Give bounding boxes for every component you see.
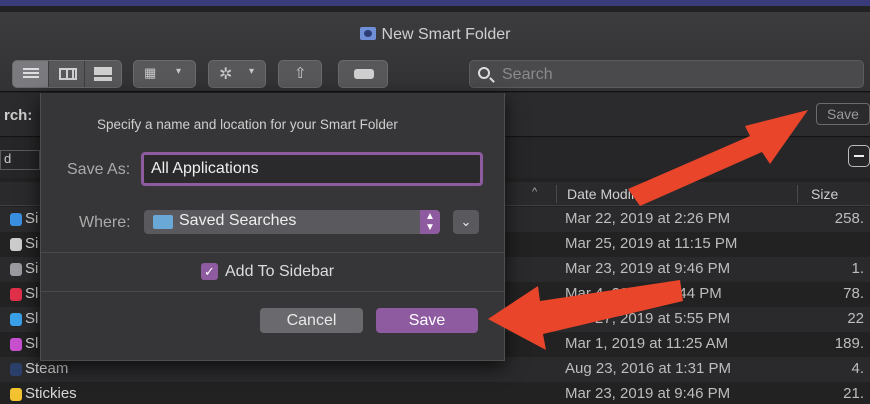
file-size: 258. [834, 210, 864, 227]
window-title-text: New Smart Folder [381, 26, 511, 43]
expand-button[interactable]: ⌄ [453, 210, 479, 234]
file-name: Steam [25, 360, 69, 377]
chevron-down-icon: ⌄ [460, 214, 472, 229]
file-size: 189. [834, 335, 864, 352]
popup-stepper-icon: ▲ ▼ [420, 210, 440, 234]
file-size: 78. [843, 285, 864, 302]
save-as-field[interactable]: All Applications [141, 152, 483, 186]
list-view-icon [23, 68, 39, 80]
group-button[interactable]: ▦ ▾ [133, 60, 196, 88]
file-size: 22 [847, 310, 864, 327]
file-date-modified: Mar 22, 2019 at 2:26 PM [565, 210, 731, 227]
divider [41, 252, 504, 253]
file-name: Si [25, 260, 39, 277]
title-bar: New Smart Folder ▦ ▾ ✲ ▾ ⇧ Search [0, 12, 870, 92]
tag-icon [354, 69, 374, 79]
file-name: Si [25, 210, 39, 227]
where-label: Where: [79, 214, 131, 231]
cancel-button[interactable]: Cancel [260, 308, 363, 333]
app-icon [10, 313, 22, 326]
file-date-modified: Mar 23, 2019 at 9:46 PM [565, 385, 731, 402]
grid-icon: ▦ [144, 65, 157, 80]
remove-criteria-button[interactable] [848, 145, 870, 167]
file-name: Sl [25, 335, 39, 352]
where-popup-value: Saved Searches [179, 212, 297, 229]
app-icon [10, 288, 22, 301]
add-to-sidebar-checkbox[interactable]: ✓ [201, 263, 218, 280]
file-date-modified: Aug 23, 2016 at 1:31 PM [565, 360, 731, 377]
column-divider[interactable] [556, 185, 557, 203]
file-date-modified: Mar 1, 2019 at 11:25 AM [565, 335, 729, 352]
share-icon: ⇧ [294, 65, 307, 82]
tags-button[interactable] [338, 60, 388, 88]
file-size: 4. [851, 360, 864, 377]
chevron-down-icon: ▾ [176, 66, 182, 77]
file-name: Sl [25, 285, 39, 302]
search-field[interactable]: Search [469, 60, 864, 88]
search-label: rch: [4, 107, 33, 124]
gear-icon: ✲ [219, 66, 233, 83]
where-popup[interactable]: Saved Searches ▲ ▼ [144, 210, 440, 234]
finder-window: New Smart Folder ▦ ▾ ✲ ▾ ⇧ Search rch: S… [0, 0, 870, 404]
file-name: Sl [25, 310, 39, 327]
file-size: 1. [851, 260, 864, 277]
criteria-field[interactable]: d [0, 150, 40, 170]
window-title: New Smart Folder [0, 26, 870, 44]
share-button[interactable]: ⇧ [278, 60, 322, 88]
save-button[interactable]: Save [376, 308, 478, 333]
app-icon [10, 213, 22, 226]
file-date-modified: Feb 27, 2019 at 5:55 PM [565, 310, 731, 327]
save-as-label: Save As: [67, 161, 131, 178]
file-date-modified: Mar 23, 2019 at 9:46 PM [565, 260, 731, 277]
column-view-icon [59, 68, 77, 80]
file-row[interactable]: Stickies Mar 23, 2019 at 9:46 PM 21. [0, 382, 870, 404]
folder-icon [153, 215, 173, 229]
app-icon [10, 338, 22, 351]
view-mode-control[interactable] [12, 60, 122, 88]
gallery-view-icon [94, 67, 112, 81]
add-to-sidebar-label[interactable]: Add To Sidebar [225, 263, 334, 281]
list-view-button[interactable] [13, 61, 49, 87]
divider [41, 291, 504, 292]
smart-folder-icon [359, 27, 376, 40]
sheet-prompt: Specify a name and location for your Sma… [97, 117, 398, 132]
save-smart-folder-sheet: Specify a name and location for your Sma… [40, 93, 505, 361]
app-icon [10, 388, 22, 401]
file-date-modified: Mar 25, 2019 at 11:15 PM [565, 235, 738, 252]
file-size: 21. [843, 385, 864, 402]
checkmark-icon: ✓ [204, 264, 215, 279]
chevron-down-icon: ▾ [249, 66, 255, 77]
app-icon [10, 363, 22, 376]
search-icon [478, 67, 490, 79]
gallery-view-button[interactable] [85, 61, 121, 87]
search-placeholder: Search [502, 66, 553, 83]
file-date-modified: Mar 4, 2018 at 5:44 PM [565, 285, 722, 302]
file-name: Stickies [25, 385, 77, 402]
column-header-size[interactable]: Size [811, 186, 838, 202]
app-icon [10, 263, 22, 276]
column-view-button[interactable] [49, 61, 85, 87]
header-save-button[interactable]: Save [816, 103, 870, 125]
sort-ascending-icon[interactable]: ^ [532, 186, 537, 198]
column-divider[interactable] [797, 185, 798, 203]
app-icon [10, 238, 22, 251]
column-header-date-modified[interactable]: Date Modified [567, 186, 653, 202]
action-button[interactable]: ✲ ▾ [208, 60, 266, 88]
file-name: Si [25, 235, 39, 252]
